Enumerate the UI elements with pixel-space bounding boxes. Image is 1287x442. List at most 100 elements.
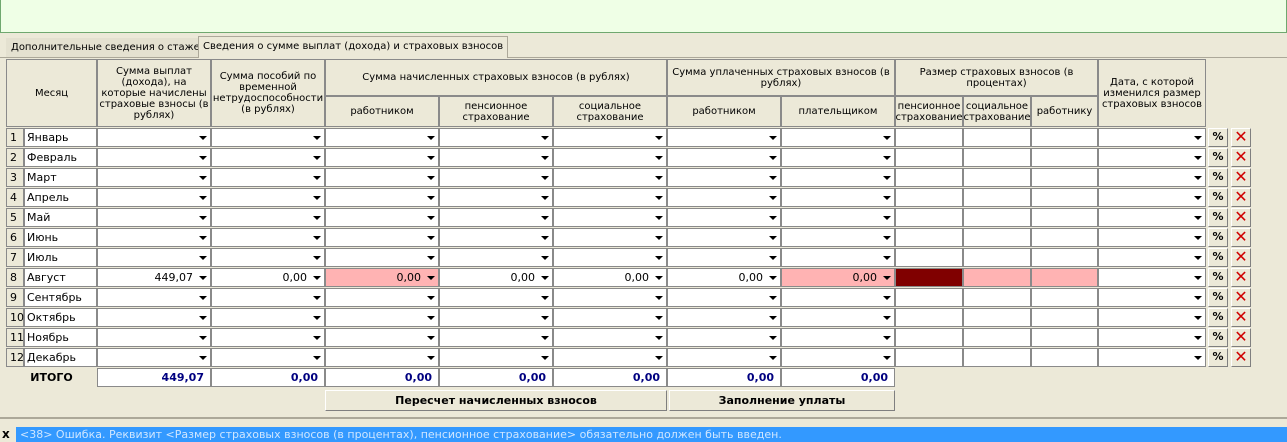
input-rate-pension[interactable]	[895, 348, 963, 367]
dropdown-benefits[interactable]	[211, 128, 325, 147]
dropdown-paid-employee[interactable]	[667, 288, 781, 307]
dropdown-accrued-employee[interactable]	[325, 248, 439, 267]
dropdown-paid-payer[interactable]	[781, 328, 895, 347]
chevron-down-icon[interactable]	[655, 196, 663, 200]
chevron-down-icon[interactable]	[1194, 256, 1202, 260]
input-rate-pension[interactable]	[895, 288, 963, 307]
chevron-down-icon[interactable]	[313, 256, 321, 260]
dropdown-date-changed[interactable]	[1098, 288, 1206, 307]
input-rate-pension[interactable]	[895, 328, 963, 347]
chevron-down-icon[interactable]	[769, 156, 777, 160]
dropdown-paid-payer[interactable]: 0,00	[781, 268, 895, 287]
chevron-down-icon[interactable]	[199, 176, 207, 180]
input-rate-social[interactable]	[963, 208, 1031, 227]
dropdown-accrued-employee[interactable]	[325, 288, 439, 307]
chevron-down-icon[interactable]	[199, 316, 207, 320]
chevron-down-icon[interactable]	[883, 136, 891, 140]
input-rate-social[interactable]	[963, 148, 1031, 167]
dropdown-accrued-pension[interactable]	[439, 168, 553, 187]
dropdown-date-changed[interactable]	[1098, 228, 1206, 247]
dropdown-paid-payer[interactable]	[781, 188, 895, 207]
chevron-down-icon[interactable]	[427, 156, 435, 160]
dropdown-payments[interactable]	[97, 288, 211, 307]
dropdown-accrued-social[interactable]: 0,00	[553, 268, 667, 287]
input-rate-employee[interactable]	[1031, 348, 1098, 367]
chevron-down-icon[interactable]	[313, 276, 321, 280]
chevron-down-icon[interactable]	[313, 176, 321, 180]
input-rate-employee[interactable]	[1031, 148, 1098, 167]
input-rate-pension[interactable]	[895, 128, 963, 147]
chevron-down-icon[interactable]	[541, 336, 549, 340]
percent-icon[interactable]: %	[1208, 228, 1228, 247]
delete-x-icon[interactable]: ✕	[1231, 148, 1251, 167]
dropdown-benefits[interactable]	[211, 148, 325, 167]
dropdown-benefits[interactable]	[211, 168, 325, 187]
dropdown-accrued-pension[interactable]	[439, 148, 553, 167]
dropdown-accrued-pension[interactable]	[439, 188, 553, 207]
dropdown-accrued-social[interactable]	[553, 328, 667, 347]
dropdown-benefits[interactable]: 0,00	[211, 268, 325, 287]
dropdown-accrued-social[interactable]	[553, 188, 667, 207]
chevron-down-icon[interactable]	[1194, 336, 1202, 340]
dropdown-date-changed[interactable]	[1098, 328, 1206, 347]
chevron-down-icon[interactable]	[655, 156, 663, 160]
input-rate-employee[interactable]	[1031, 248, 1098, 267]
dropdown-date-changed[interactable]	[1098, 268, 1206, 287]
dropdown-payments[interactable]	[97, 328, 211, 347]
chevron-down-icon[interactable]	[541, 356, 549, 360]
chevron-down-icon[interactable]	[427, 356, 435, 360]
dropdown-paid-payer[interactable]	[781, 168, 895, 187]
dropdown-accrued-social[interactable]	[553, 148, 667, 167]
dropdown-payments[interactable]	[97, 128, 211, 147]
percent-icon[interactable]: %	[1208, 248, 1228, 267]
dropdown-paid-employee[interactable]	[667, 348, 781, 367]
chevron-down-icon[interactable]	[313, 156, 321, 160]
dropdown-benefits[interactable]	[211, 288, 325, 307]
input-rate-social[interactable]	[963, 328, 1031, 347]
dropdown-date-changed[interactable]	[1098, 128, 1206, 147]
dropdown-accrued-social[interactable]	[553, 208, 667, 227]
dropdown-payments[interactable]	[97, 348, 211, 367]
chevron-down-icon[interactable]	[769, 216, 777, 220]
chevron-down-icon[interactable]	[883, 276, 891, 280]
chevron-down-icon[interactable]	[427, 216, 435, 220]
chevron-down-icon[interactable]	[769, 176, 777, 180]
chevron-down-icon[interactable]	[313, 136, 321, 140]
delete-x-icon[interactable]: ✕	[1231, 348, 1251, 367]
chevron-down-icon[interactable]	[541, 176, 549, 180]
input-rate-employee[interactable]	[1031, 308, 1098, 327]
input-rate-employee[interactable]	[1031, 188, 1098, 207]
dropdown-payments[interactable]	[97, 308, 211, 327]
input-rate-pension[interactable]	[895, 268, 963, 287]
tab-payments-contributions[interactable]: Сведения о сумме выплат (дохода) и страх…	[198, 36, 509, 58]
dropdown-paid-employee[interactable]	[667, 248, 781, 267]
dropdown-accrued-pension[interactable]	[439, 228, 553, 247]
percent-icon[interactable]: %	[1208, 168, 1228, 187]
dropdown-accrued-social[interactable]	[553, 128, 667, 147]
percent-icon[interactable]: %	[1208, 128, 1228, 147]
chevron-down-icon[interactable]	[883, 336, 891, 340]
input-rate-social[interactable]	[963, 168, 1031, 187]
chevron-down-icon[interactable]	[883, 316, 891, 320]
delete-x-icon[interactable]: ✕	[1231, 128, 1251, 147]
dropdown-paid-payer[interactable]	[781, 288, 895, 307]
input-rate-pension[interactable]	[895, 168, 963, 187]
input-rate-pension[interactable]	[895, 228, 963, 247]
dropdown-date-changed[interactable]	[1098, 148, 1206, 167]
chevron-down-icon[interactable]	[427, 276, 435, 280]
chevron-down-icon[interactable]	[655, 236, 663, 240]
dropdown-accrued-social[interactable]	[553, 348, 667, 367]
chevron-down-icon[interactable]	[883, 356, 891, 360]
dropdown-accrued-employee[interactable]	[325, 128, 439, 147]
percent-icon[interactable]: %	[1208, 188, 1228, 207]
dropdown-accrued-employee[interactable]: 0,00	[325, 268, 439, 287]
dropdown-accrued-employee[interactable]	[325, 168, 439, 187]
dropdown-paid-payer[interactable]	[781, 228, 895, 247]
dropdown-benefits[interactable]	[211, 188, 325, 207]
chevron-down-icon[interactable]	[427, 176, 435, 180]
dropdown-benefits[interactable]	[211, 248, 325, 267]
dropdown-paid-employee[interactable]	[667, 168, 781, 187]
chevron-down-icon[interactable]	[199, 296, 207, 300]
chevron-down-icon[interactable]	[883, 296, 891, 300]
input-rate-pension[interactable]	[895, 308, 963, 327]
